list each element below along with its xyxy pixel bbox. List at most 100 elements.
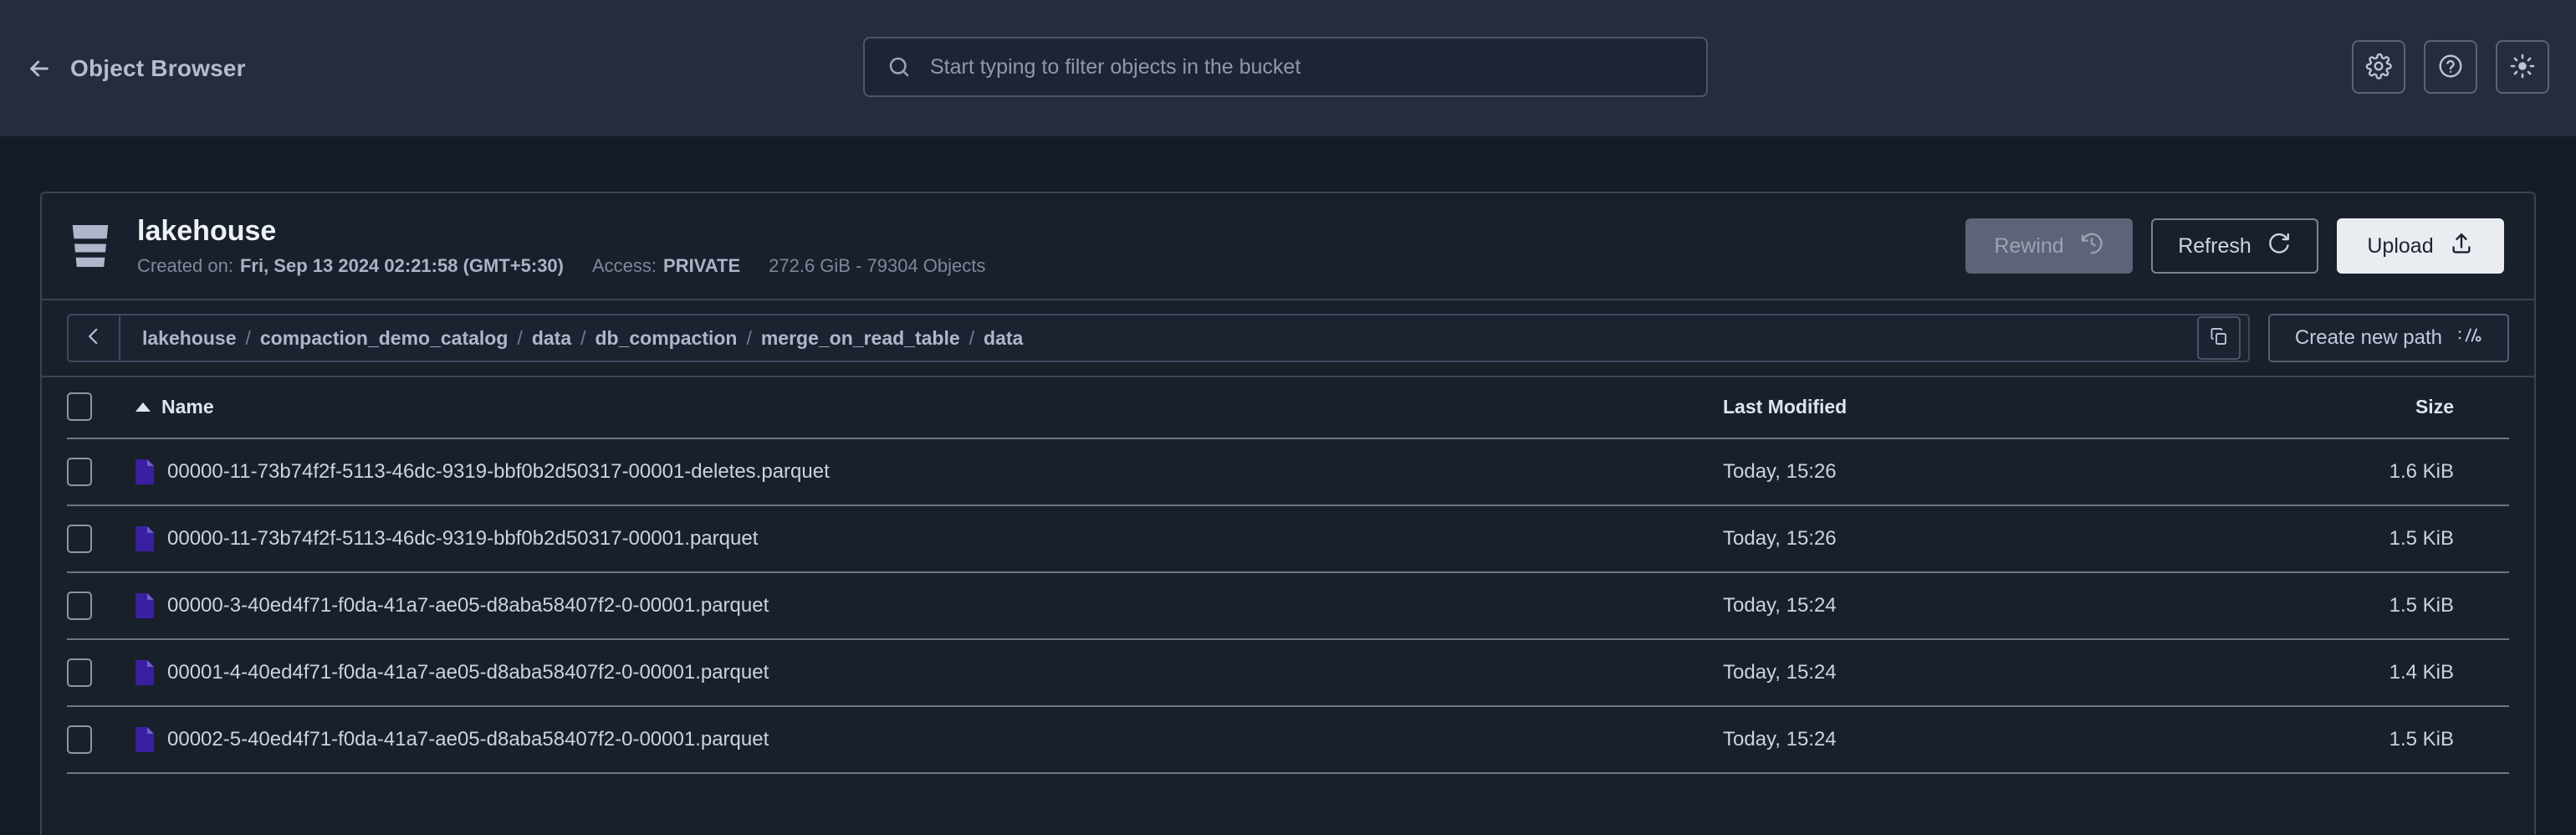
- access-label: Access:: [592, 255, 657, 277]
- search-icon: [887, 54, 912, 79]
- create-new-path-label: Create new path: [2294, 326, 2442, 349]
- search-box[interactable]: [863, 37, 1708, 97]
- object-table: Name Last Modified Size 00000-11-73b74f2…: [67, 377, 2509, 774]
- bucket-icon: [67, 221, 114, 271]
- table-row[interactable]: 00000-11-73b74f2f-5113-46dc-9319-bbf0b2d…: [67, 505, 2509, 573]
- top-bar: Object Browser: [0, 0, 2576, 136]
- breadcrumb-segment[interactable]: compaction_demo_catalog: [260, 327, 509, 350]
- bucket-actions: Rewind Refresh Upload: [1965, 218, 2504, 274]
- name-column-header[interactable]: Name: [135, 377, 1723, 439]
- row-name-cell: 00002-5-40ed4f71-f0da-41a7-ae05-d8aba584…: [135, 706, 1723, 774]
- breadcrumb-separator: /: [245, 326, 251, 349]
- rewind-button[interactable]: Rewind: [1965, 218, 2133, 274]
- row-checkbox[interactable]: [67, 592, 92, 620]
- table-row[interactable]: 00001-4-40ed4f71-f0da-41a7-ae05-d8aba584…: [67, 639, 2509, 707]
- row-size: 1.6 KiB: [2258, 438, 2509, 506]
- help-button[interactable]: [2424, 40, 2477, 94]
- arrow-left-icon[interactable]: [25, 54, 54, 83]
- row-select-cell: [67, 505, 135, 573]
- object-table-body: 00000-11-73b74f2f-5113-46dc-9319-bbf0b2d…: [67, 438, 2509, 774]
- object-table-wrap: Name Last Modified Size 00000-11-73b74f2…: [42, 377, 2534, 774]
- path-slash-icon: [2457, 325, 2482, 352]
- table-header-row: Name Last Modified Size: [67, 377, 2509, 439]
- upload-icon: [2449, 231, 2474, 262]
- parquet-file-icon: [135, 727, 154, 752]
- back-to-object-browser[interactable]: Object Browser: [25, 54, 246, 83]
- breadcrumb-segment[interactable]: db_compaction: [595, 327, 738, 350]
- table-row[interactable]: 00000-11-73b74f2f-5113-46dc-9319-bbf0b2d…: [67, 438, 2509, 506]
- row-select-cell: [67, 639, 135, 707]
- row-last-modified: Today, 15:24: [1723, 572, 2258, 640]
- table-row[interactable]: 00002-5-40ed4f71-f0da-41a7-ae05-d8aba584…: [67, 706, 2509, 774]
- row-name-cell: 00000-11-73b74f2f-5113-46dc-9319-bbf0b2d…: [135, 438, 1723, 506]
- breadcrumb-separator: /: [517, 326, 523, 349]
- bucket-stats: 272.6 GiB - 79304 Objects: [769, 255, 986, 277]
- row-name-cell: 00000-11-73b74f2f-5113-46dc-9319-bbf0b2d…: [135, 505, 1723, 573]
- select-all-header: [67, 377, 135, 439]
- sun-icon: [2509, 53, 2536, 82]
- object-name: 00000-3-40ed4f71-f0da-41a7-ae05-d8aba584…: [167, 594, 769, 617]
- row-checkbox[interactable]: [67, 725, 92, 754]
- theme-toggle-button[interactable]: [2496, 40, 2549, 94]
- row-select-cell: [67, 572, 135, 640]
- row-checkbox[interactable]: [67, 658, 92, 687]
- access-value: PRIVATE: [663, 255, 741, 277]
- object-name: 00001-4-40ed4f71-f0da-41a7-ae05-d8aba584…: [167, 661, 769, 684]
- bucket-name: lakehouse: [137, 214, 277, 247]
- breadcrumb-segment[interactable]: data: [984, 327, 1023, 350]
- sort-ascending-icon: [135, 402, 151, 412]
- refresh-button[interactable]: Refresh: [2151, 218, 2318, 274]
- breadcrumb-back-button[interactable]: [69, 315, 120, 361]
- page-title: Object Browser: [70, 54, 246, 81]
- bucket-subtitle: Created on: Fri, Sep 13 2024 02:21:58 (G…: [137, 255, 1965, 277]
- object-name: 00000-11-73b74f2f-5113-46dc-9319-bbf0b2d…: [167, 460, 830, 483]
- row-size: 1.5 KiB: [2258, 572, 2509, 640]
- search-input[interactable]: [930, 54, 1684, 79]
- copy-icon: [2209, 326, 2229, 351]
- object-browser-panel: lakehouse Created on: Fri, Sep 13 2024 0…: [40, 192, 2536, 835]
- breadcrumb-segment[interactable]: merge_on_read_table: [761, 327, 960, 350]
- breadcrumb-bar: lakehouse / compaction_demo_catalog / da…: [42, 300, 2534, 377]
- row-size: 1.4 KiB: [2258, 639, 2509, 707]
- select-all-checkbox[interactable]: [67, 392, 92, 421]
- breadcrumb-segment[interactable]: lakehouse: [142, 327, 237, 350]
- last-modified-column-header[interactable]: Last Modified: [1723, 377, 2258, 439]
- upload-button-label: Upload: [2367, 233, 2434, 258]
- parquet-file-icon: [135, 593, 154, 618]
- parquet-file-icon: [135, 459, 154, 484]
- row-last-modified: Today, 15:24: [1723, 639, 2258, 707]
- breadcrumb-segment[interactable]: data: [532, 327, 571, 350]
- row-checkbox[interactable]: [67, 525, 92, 553]
- clock-rewind-icon: [2079, 231, 2104, 262]
- settings-button[interactable]: [2352, 40, 2405, 94]
- row-select-cell: [67, 706, 135, 774]
- upload-button[interactable]: Upload: [2337, 218, 2504, 274]
- bucket-meta: lakehouse Created on: Fri, Sep 13 2024 0…: [137, 215, 1965, 277]
- create-new-path-button[interactable]: Create new path: [2267, 314, 2509, 362]
- rewind-button-label: Rewind: [1994, 233, 2064, 258]
- row-last-modified: Today, 15:24: [1723, 706, 2258, 774]
- size-column-header[interactable]: Size: [2258, 377, 2509, 439]
- breadcrumb: lakehouse / compaction_demo_catalog / da…: [120, 327, 2197, 350]
- refresh-button-label: Refresh: [2178, 233, 2251, 258]
- row-checkbox[interactable]: [67, 458, 92, 486]
- created-on-label: Created on:: [137, 255, 233, 277]
- object-name: 00002-5-40ed4f71-f0da-41a7-ae05-d8aba584…: [167, 728, 769, 750]
- parquet-file-icon: [135, 660, 154, 685]
- row-last-modified: Today, 15:26: [1723, 438, 2258, 506]
- topbar-action-buttons: [2352, 40, 2549, 94]
- row-name-cell: 00001-4-40ed4f71-f0da-41a7-ae05-d8aba584…: [135, 639, 1723, 707]
- copy-path-button[interactable]: [2196, 316, 2241, 360]
- breadcrumb-separator: /: [746, 326, 752, 349]
- breadcrumb-separator: /: [969, 326, 975, 349]
- gear-icon: [2365, 53, 2392, 82]
- row-select-cell: [67, 438, 135, 506]
- row-size: 1.5 KiB: [2258, 706, 2509, 774]
- breadcrumb-container: lakehouse / compaction_demo_catalog / da…: [67, 314, 2250, 362]
- row-name-cell: 00000-3-40ed4f71-f0da-41a7-ae05-d8aba584…: [135, 572, 1723, 640]
- chevron-left-icon: [83, 325, 105, 351]
- row-last-modified: Today, 15:26: [1723, 505, 2258, 573]
- created-on-value: Fri, Sep 13 2024 02:21:58 (GMT+5:30): [239, 255, 564, 277]
- table-row[interactable]: 00000-3-40ed4f71-f0da-41a7-ae05-d8aba584…: [67, 572, 2509, 640]
- bucket-header: lakehouse Created on: Fri, Sep 13 2024 0…: [42, 193, 2534, 300]
